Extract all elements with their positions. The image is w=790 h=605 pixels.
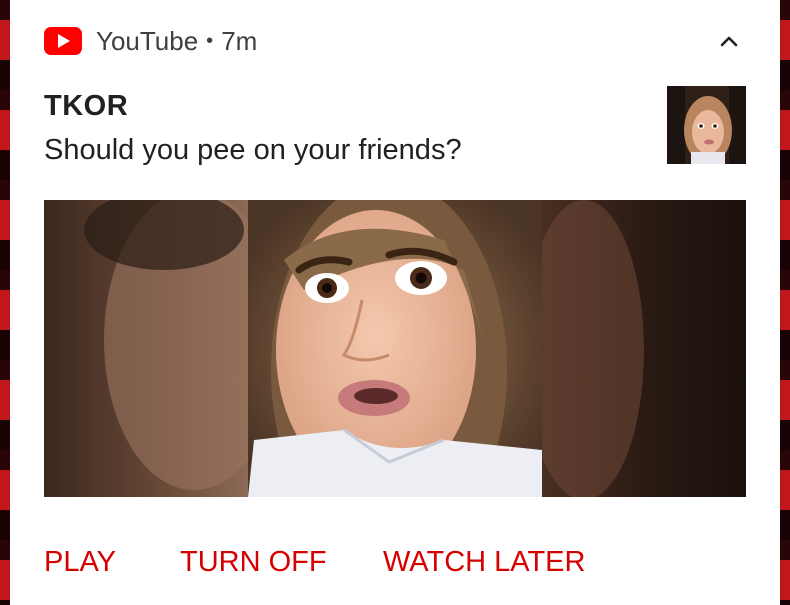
app-name: YouTube — [96, 25, 199, 56]
turn-off-button[interactable]: TURN OFF — [180, 546, 327, 579]
background-edge-right — [780, 0, 790, 605]
video-preview-image[interactable] — [44, 200, 746, 497]
chevron-up-icon[interactable] — [716, 28, 742, 54]
youtube-logo-icon — [44, 27, 82, 55]
notification-header: YouTube • 7m — [44, 24, 257, 58]
separator-dot: • — [206, 29, 214, 52]
watch-later-button[interactable]: WATCH LATER — [383, 546, 585, 579]
notification-title: TKOR — [44, 90, 129, 122]
notification-text: Should you pee on your friends? — [44, 134, 462, 166]
video-thumbnail-small — [667, 86, 746, 164]
notification-card[interactable]: YouTube • 7m TKOR Should you pee on your… — [10, 0, 780, 605]
play-button[interactable]: PLAY — [44, 546, 116, 579]
notification-time: 7m — [221, 25, 258, 56]
